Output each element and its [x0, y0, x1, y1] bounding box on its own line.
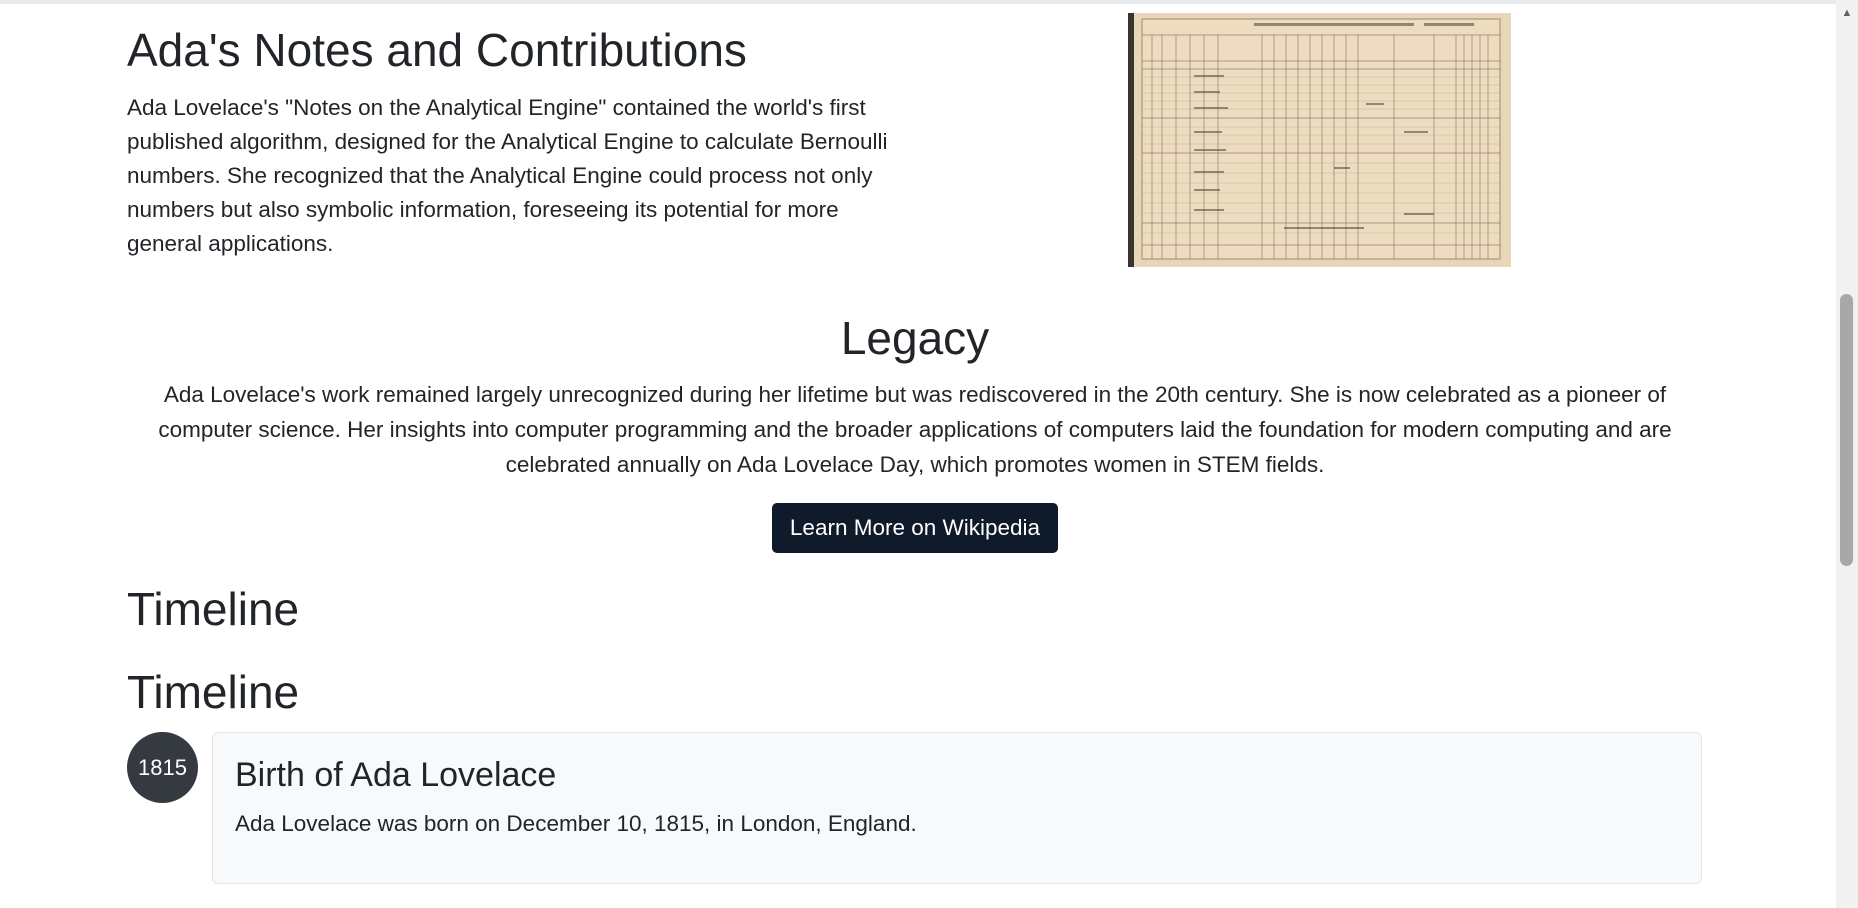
vertical-scrollbar[interactable]: ▲	[1836, 0, 1858, 908]
timeline-year-badge: 1815	[127, 732, 198, 803]
timeline-event-description: Ada Lovelace was born on December 10, 18…	[235, 811, 917, 836]
timeline-heading: Timeline	[127, 583, 300, 635]
legacy-heading: Legacy	[840, 312, 990, 364]
top-edge	[0, 0, 1836, 4]
timeline-event-card: Birth of Ada Lovelace Ada Lovelace was b…	[212, 732, 1702, 884]
notes-paragraph: Ada Lovelace's "Notes on the Analytical …	[127, 95, 888, 256]
page: Ada's Notes and Contributions Ada Lovela…	[0, 0, 1836, 908]
learn-more-wikipedia-button[interactable]: Learn More on Wikipedia	[772, 503, 1058, 553]
manuscript-table-illustration	[1134, 13, 1511, 267]
notes-heading: Ada's Notes and Contributions	[127, 24, 747, 76]
triangle-up-icon[interactable]: ▲	[1836, 2, 1858, 24]
scrollbar-thumb[interactable]	[1840, 294, 1853, 566]
timeline-year: 1815	[138, 754, 187, 780]
timeline-event-title: Birth of Ada Lovelace	[235, 756, 557, 794]
legacy-paragraph: Ada Lovelace's work remained largely unr…	[158, 382, 1672, 477]
bernoulli-table-image	[1128, 13, 1511, 267]
timeline-subheading: Timeline	[127, 666, 300, 718]
